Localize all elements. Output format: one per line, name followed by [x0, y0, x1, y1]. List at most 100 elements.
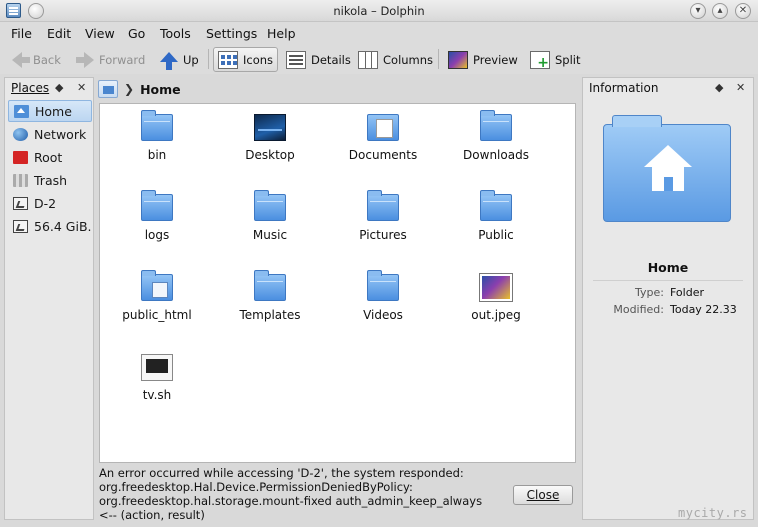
- split-label: Split: [555, 52, 581, 67]
- place-home[interactable]: Home: [8, 100, 92, 122]
- menu-help[interactable]: Help: [267, 26, 296, 41]
- folder-icon: [254, 190, 286, 221]
- file-item[interactable]: bin: [107, 108, 207, 178]
- file-item[interactable]: logs: [107, 188, 207, 258]
- info-modified-label: Modified:: [613, 303, 664, 316]
- up-button[interactable]: Up: [156, 47, 203, 72]
- folder-icon: [254, 270, 286, 301]
- file-label: public_html: [122, 308, 192, 322]
- minimize-icon[interactable]: ▾: [690, 3, 706, 19]
- split-button[interactable]: Split: [526, 47, 585, 72]
- file-label: out.jpeg: [471, 308, 521, 322]
- drive-icon: [13, 196, 28, 210]
- file-item[interactable]: Pictures: [333, 188, 433, 258]
- back-label: Back: [33, 52, 61, 67]
- forward-label: Forward: [99, 52, 146, 67]
- place-volume[interactable]: 56.4 GiB...: [8, 215, 92, 237]
- file-item[interactable]: out.jpeg: [446, 268, 546, 338]
- forward-button[interactable]: Forward: [74, 47, 149, 72]
- menu-tools[interactable]: Tools: [160, 26, 191, 41]
- file-item[interactable]: Documents: [333, 108, 433, 178]
- float-panel-icon[interactable]: ◆: [715, 81, 723, 94]
- places-header: Places ◆ ✕: [5, 78, 93, 98]
- place-label: Root: [34, 149, 63, 165]
- window-title: nikola – Dolphin: [333, 4, 425, 18]
- file-item[interactable]: public_html: [107, 268, 207, 338]
- file-item[interactable]: tv.sh: [107, 348, 207, 418]
- preview-button[interactable]: Preview: [444, 47, 522, 72]
- file-label: Pictures: [359, 228, 407, 242]
- preview-label: Preview: [473, 52, 518, 67]
- columns-label: Columns: [383, 52, 434, 67]
- information-header: Information ◆ ✕: [583, 78, 753, 98]
- info-item-name: Home: [647, 260, 689, 275]
- file-label: bin: [147, 148, 167, 162]
- folder-icon: [367, 270, 399, 301]
- columns-view-button[interactable]: Columns: [354, 47, 437, 72]
- back-arrow-icon: [12, 51, 30, 68]
- place-label: Trash: [34, 172, 68, 188]
- up-label: Up: [183, 52, 199, 67]
- drive-icon: [13, 219, 28, 233]
- close-button[interactable]: Close: [513, 485, 573, 505]
- menu-bar: File Edit View Go Tools Settings Help: [0, 22, 758, 44]
- toolbar: Back Forward Up Icons Details Columns Pr…: [0, 44, 758, 74]
- close-panel-icon[interactable]: ✕: [736, 81, 745, 94]
- file-label: Templates: [239, 308, 301, 322]
- file-label: Music: [252, 228, 288, 242]
- divider: [593, 280, 743, 281]
- file-label: Public: [478, 228, 514, 242]
- file-item[interactable]: Desktop: [220, 108, 320, 178]
- file-label: Documents: [348, 148, 418, 162]
- place-d-2[interactable]: D-2: [8, 192, 92, 214]
- close-panel-icon[interactable]: ✕: [77, 81, 86, 94]
- file-item[interactable]: Public: [446, 188, 546, 258]
- breadcrumb-home-icon[interactable]: [98, 80, 118, 98]
- back-button[interactable]: Back: [8, 47, 65, 72]
- close-icon[interactable]: ✕: [735, 3, 751, 19]
- file-item[interactable]: Music: [220, 188, 320, 258]
- details-view-button[interactable]: Details: [282, 47, 355, 72]
- menu-view[interactable]: View: [85, 26, 115, 41]
- place-trash[interactable]: Trash: [8, 169, 92, 191]
- menu-settings[interactable]: Settings: [206, 26, 257, 41]
- icons-label: Icons: [243, 52, 274, 67]
- folder-icon: [367, 190, 399, 221]
- breadcrumb: ❯ Home: [98, 78, 181, 100]
- icons-view-icon: [218, 50, 238, 69]
- file-label: logs: [144, 228, 170, 242]
- info-modified-value: Today 22.33: [670, 303, 737, 316]
- chevron-right-icon: ❯: [124, 82, 135, 96]
- icons-view-button[interactable]: Icons: [213, 47, 279, 72]
- maximize-icon[interactable]: ▴: [712, 3, 728, 19]
- file-view[interactable]: bin Desktop Documents Downloads logs Mus…: [99, 103, 576, 463]
- float-panel-icon[interactable]: ◆: [55, 81, 63, 94]
- place-label: Home: [35, 103, 72, 119]
- menu-go[interactable]: Go: [128, 26, 145, 41]
- place-network[interactable]: Network: [8, 123, 92, 145]
- folder-icon: [480, 190, 512, 221]
- public-html-folder-icon: [141, 270, 173, 301]
- root-folder-icon: [13, 150, 28, 164]
- file-item[interactable]: Videos: [333, 268, 433, 338]
- place-root[interactable]: Root: [8, 146, 92, 168]
- watermark: mycity.rs: [678, 506, 748, 520]
- file-item[interactable]: Downloads: [446, 108, 546, 178]
- file-label: Videos: [363, 308, 403, 322]
- file-label: Downloads: [463, 148, 529, 162]
- information-panel: Information ◆ ✕ Home Type: Folder Modifi…: [582, 77, 754, 520]
- file-item[interactable]: Templates: [220, 268, 320, 338]
- info-type-label: Type:: [635, 286, 664, 299]
- place-label: 56.4 GiB...: [34, 218, 92, 234]
- breadcrumb-current[interactable]: Home: [140, 82, 181, 97]
- menu-edit[interactable]: Edit: [47, 26, 71, 41]
- places-title: Places: [11, 81, 50, 95]
- details-label: Details: [311, 52, 351, 67]
- file-label: tv.sh: [142, 388, 172, 402]
- network-icon: [13, 127, 28, 141]
- columns-view-icon: [358, 50, 378, 69]
- script-file-icon: [141, 354, 173, 381]
- menu-file[interactable]: File: [11, 26, 32, 41]
- file-label: Desktop: [245, 148, 295, 162]
- place-label: D-2: [34, 195, 57, 211]
